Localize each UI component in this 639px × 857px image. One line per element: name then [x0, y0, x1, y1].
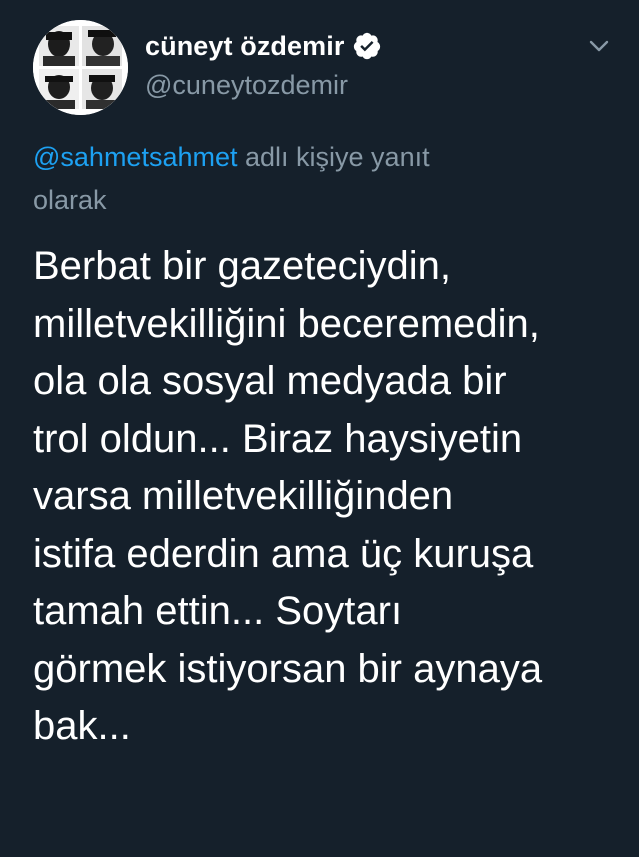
avatar-image — [33, 20, 128, 115]
avatar-tile-bottom-right — [82, 69, 122, 109]
tweet-text-line: bak... — [33, 704, 131, 748]
display-name-row: cüneyt özdemir — [145, 28, 382, 64]
avatar-tile-top-right — [82, 26, 122, 66]
tweet-text-line: varsa milletvekilliğinden — [33, 474, 454, 518]
reply-context: @sahmetsahmet adlı kişiye yanıt olarak — [33, 136, 593, 222]
reply-suffix-line1: adlı kişiye yanıt — [237, 142, 430, 172]
tweet-card: cüneyt özdemir @cuneytozdemir @sahmetsah… — [0, 0, 639, 857]
avatar-tile-bottom-left — [39, 69, 79, 109]
tweet-text-line: tamah ettin... Soytarı — [33, 589, 403, 633]
avatar[interactable] — [33, 20, 128, 115]
verified-badge-icon — [354, 32, 381, 60]
avatar-tile-top-left — [39, 26, 79, 66]
tweet-text-line: milletvekilliğini beceremedin, — [33, 301, 540, 346]
tweet-text-line: görmek istiyorsan bir aynaya — [33, 646, 543, 691]
reply-mention-link[interactable]: @sahmetsahmet — [33, 142, 238, 172]
display-name[interactable]: cüneyt özdemir — [145, 31, 344, 62]
reply-suffix-line2: olarak — [33, 185, 107, 215]
chevron-down-icon[interactable] — [584, 34, 614, 58]
tweet-text-line: Berbat bir gazeteciydin, — [33, 244, 452, 288]
author-block[interactable]: cüneyt özdemir @cuneytozdemir — [145, 28, 382, 101]
tweet-text: Berbat bir gazeteciydin, milletvekilliği… — [33, 238, 623, 756]
tweet-text-line: ola ola sosyal medyada bir — [33, 359, 507, 403]
tweet-text-line: trol oldun... Biraz haysiyetin — [33, 416, 523, 461]
tweet-text-line: istifa ederdin ama üç kuruşa — [33, 531, 534, 576]
user-handle[interactable]: @cuneytozdemir — [145, 70, 382, 101]
